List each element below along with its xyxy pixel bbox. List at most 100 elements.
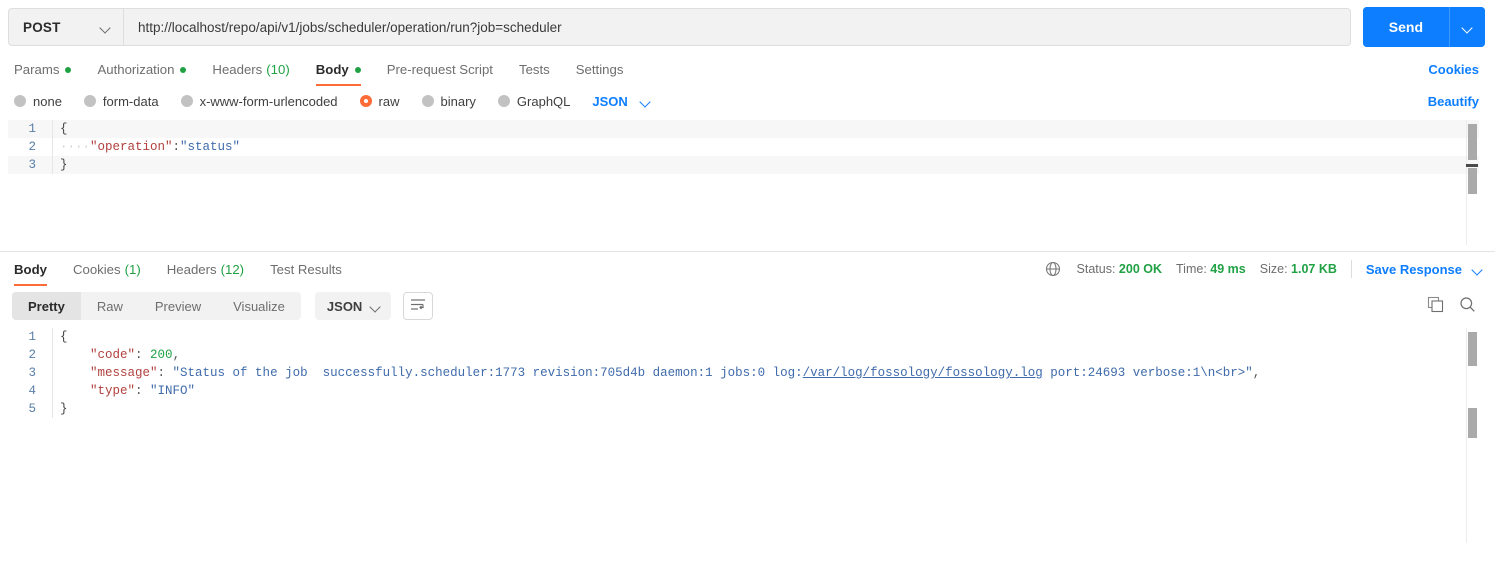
- tab-authorization[interactable]: Authorization: [97, 62, 187, 86]
- copy-button[interactable]: [1419, 292, 1451, 320]
- json-colon: :: [135, 384, 151, 398]
- modified-dot-icon: [354, 66, 361, 73]
- view-mode-pretty[interactable]: Pretty: [12, 292, 81, 320]
- tab-label: Pre-request Script: [386, 62, 493, 77]
- size-segment: Size: 1.07 KB: [1260, 262, 1337, 276]
- body-type-graphql[interactable]: GraphQL: [497, 94, 570, 109]
- globe-icon: [1045, 261, 1061, 277]
- line-number: 1: [28, 330, 36, 344]
- tab-count: (12): [220, 262, 245, 277]
- view-mode-raw[interactable]: Raw: [81, 292, 139, 320]
- log-path-link[interactable]: /var/log/fossology/fossology.log: [803, 366, 1043, 380]
- line-number: 1: [28, 122, 36, 136]
- modified-dot-icon: [180, 66, 187, 73]
- search-button[interactable]: [1451, 292, 1483, 320]
- body-type-x-www-form-urlencoded[interactable]: x-www-form-urlencoded: [180, 94, 338, 109]
- body-type-raw[interactable]: raw: [359, 94, 400, 109]
- radio-icon: [180, 95, 193, 107]
- beautify-link[interactable]: Beautify: [1428, 94, 1479, 109]
- raw-format-select[interactable]: JSON: [592, 94, 650, 109]
- vertical-divider: [1350, 260, 1352, 278]
- code-line: 1 {: [8, 328, 1479, 346]
- chevron-down-icon: [640, 96, 651, 107]
- tab-settings[interactable]: Settings: [576, 62, 624, 86]
- status-value: 200 OK: [1118, 262, 1163, 276]
- json-comma: ,: [172, 348, 181, 362]
- response-tab-body[interactable]: Body: [14, 262, 47, 286]
- tab-count: (10): [266, 62, 290, 77]
- json-colon: :: [172, 140, 181, 154]
- json-brace: {: [60, 330, 68, 344]
- json-key: "message": [90, 366, 158, 380]
- response-toolbar: Pretty Raw Preview Visualize JSON: [0, 286, 1495, 326]
- json-colon: :: [157, 366, 173, 380]
- code-line: 2 "code": 200,: [8, 346, 1479, 364]
- response-tab-headers[interactable]: Headers (12): [167, 262, 244, 286]
- json-comma: ,: [1252, 366, 1261, 380]
- response-format-select[interactable]: JSON: [314, 292, 391, 320]
- cookies-link[interactable]: Cookies: [1428, 62, 1479, 86]
- tab-pre-request-script[interactable]: Pre-request Script: [387, 62, 493, 86]
- tab-body[interactable]: Body: [315, 62, 361, 86]
- request-editor-scrollbar-thumb-2[interactable]: [1468, 168, 1477, 194]
- line-number: 2: [28, 348, 36, 362]
- json-brace: }: [60, 402, 68, 416]
- tab-headers[interactable]: Headers (10): [212, 62, 289, 86]
- tab-label: Headers: [166, 262, 217, 277]
- response-editor-scrollbar-thumb[interactable]: [1468, 332, 1477, 366]
- tab-label: Body: [315, 62, 349, 77]
- save-response-button[interactable]: Save Response: [1366, 262, 1483, 277]
- chevron-down-icon: [100, 22, 111, 33]
- view-mode-preview[interactable]: Preview: [139, 292, 217, 320]
- response-format-value: JSON: [326, 298, 363, 314]
- radio-icon: [14, 95, 26, 107]
- request-body-editor[interactable]: 1 { 2 ····"operation":"status" 3 }: [8, 120, 1479, 245]
- radio-icon: [421, 95, 434, 107]
- body-type-selector: none form-data x-www-form-urlencoded raw…: [0, 86, 1495, 116]
- code-text: "message": "Status of the job successful…: [53, 364, 1260, 382]
- response-toolbar-actions: [1419, 292, 1483, 320]
- code-line: 2 ····"operation":"status": [8, 138, 1479, 156]
- json-key: "operation": [90, 140, 173, 154]
- line-number: 4: [28, 384, 36, 398]
- view-mode-visualize[interactable]: Visualize: [217, 292, 301, 320]
- request-url-input[interactable]: http://localhost/repo/api/v1/jobs/schedu…: [123, 8, 1351, 46]
- response-tab-test-results[interactable]: Test Results: [270, 262, 342, 286]
- code-text: {: [53, 328, 68, 346]
- send-button[interactable]: Send: [1362, 7, 1449, 47]
- modified-dot-icon: [65, 66, 72, 73]
- response-editor-scrollbar-thumb-2[interactable]: [1468, 408, 1477, 438]
- request-editor-scrollbar-thumb[interactable]: [1468, 124, 1477, 160]
- json-value-post: port:24693 verbose:1\n<br>": [1042, 366, 1253, 380]
- line-number: 5: [28, 402, 36, 416]
- copy-icon: [1427, 296, 1444, 316]
- raw-format-value: JSON: [592, 93, 628, 109]
- postman-window: POST http://localhost/repo/api/v1/jobs/s…: [0, 0, 1495, 566]
- code-line: 5 }: [8, 400, 1479, 418]
- chevron-down-icon: [1462, 22, 1473, 33]
- tab-label: Settings: [575, 62, 624, 77]
- body-type-binary[interactable]: binary: [421, 94, 476, 109]
- tab-params[interactable]: Params: [14, 62, 72, 86]
- json-value: "INFO": [150, 384, 196, 398]
- send-options-button[interactable]: [1449, 7, 1485, 47]
- http-method-select[interactable]: POST: [8, 8, 123, 46]
- word-wrap-button[interactable]: [402, 292, 433, 320]
- tab-label: Test Results: [270, 262, 342, 277]
- json-value: 200: [150, 348, 173, 362]
- size-value: 1.07 KB: [1291, 262, 1337, 276]
- response-editor-scrollbar-track[interactable]: [1466, 328, 1479, 543]
- tab-label: Params: [14, 62, 60, 77]
- request-editor-scrollbar-track[interactable]: [1466, 120, 1479, 245]
- response-body-editor[interactable]: 1 { 2 "code": 200, 3 "message": "Status …: [8, 328, 1479, 543]
- code-text: {: [53, 120, 68, 138]
- body-type-none[interactable]: none: [14, 94, 62, 109]
- body-type-form-data[interactable]: form-data: [83, 94, 159, 109]
- save-response-label: Save Response: [1365, 261, 1462, 277]
- radio-icon: [83, 95, 96, 107]
- code-line: 3 "message": "Status of the job successf…: [8, 364, 1479, 382]
- response-tab-cookies[interactable]: Cookies (1): [73, 262, 141, 286]
- body-type-label: none: [33, 93, 62, 109]
- indent-guide: ····: [60, 140, 91, 154]
- tab-tests[interactable]: Tests: [519, 62, 550, 86]
